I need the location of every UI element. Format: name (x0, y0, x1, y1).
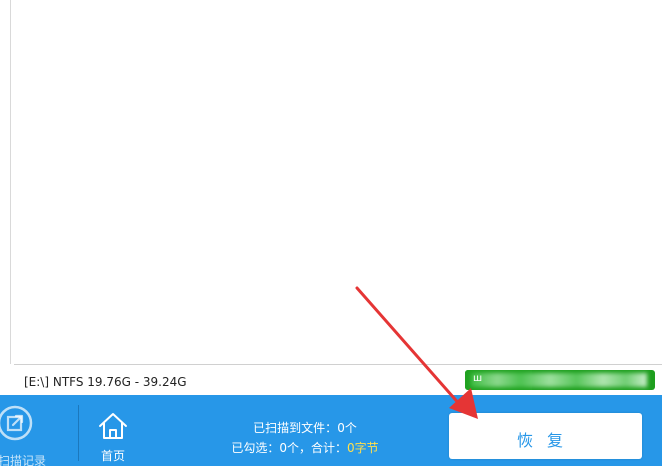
scanned-files-line: 已扫描到文件：0个 (215, 418, 395, 438)
scan-progress-bar: ш (465, 370, 655, 390)
scan-progress-text: ш (473, 373, 483, 384)
bottom-toolbar: 扫描记录 首页 已扫描到文件：0个 已勾选：0个，合计：0字节 恢复 (0, 395, 662, 466)
recover-button[interactable]: 恢复 (449, 413, 642, 459)
selected-files-value: 0个 (279, 441, 299, 455)
drive-info-label: [E:\] NTFS 19.76G - 39.24G (24, 375, 187, 389)
scanned-files-value: 0个 (337, 421, 357, 435)
scanned-files-label: 已扫描到文件： (253, 421, 338, 435)
home-label: 首页 (101, 449, 126, 463)
total-size-value: 0字节 (347, 441, 379, 455)
home-tab[interactable]: 首页 (89, 395, 141, 466)
progress-blur-overlay (471, 373, 647, 387)
file-list-area[interactable] (11, 0, 662, 364)
toolbar-divider (78, 405, 79, 461)
drive-status-bar: [E:\] NTFS 19.76G - 39.24G ш (14, 364, 662, 396)
export-icon (0, 405, 33, 441)
home-icon (99, 413, 127, 439)
recover-button-label: 恢复 (517, 431, 578, 450)
recovery-app-window: [E:\] NTFS 19.76G - 39.24G ш 扫描记录 首页 已扫描… (0, 0, 662, 466)
scan-record-label: 扫描记录 (0, 454, 47, 466)
total-size-label: ，合计： (299, 441, 348, 455)
scan-record-tab[interactable]: 扫描记录 (0, 395, 60, 466)
selected-files-label: 已勾选： (231, 441, 280, 455)
scan-stats: 已扫描到文件：0个 已勾选：0个，合计：0字节 (215, 418, 395, 458)
selected-files-line: 已勾选：0个，合计：0字节 (215, 438, 395, 458)
